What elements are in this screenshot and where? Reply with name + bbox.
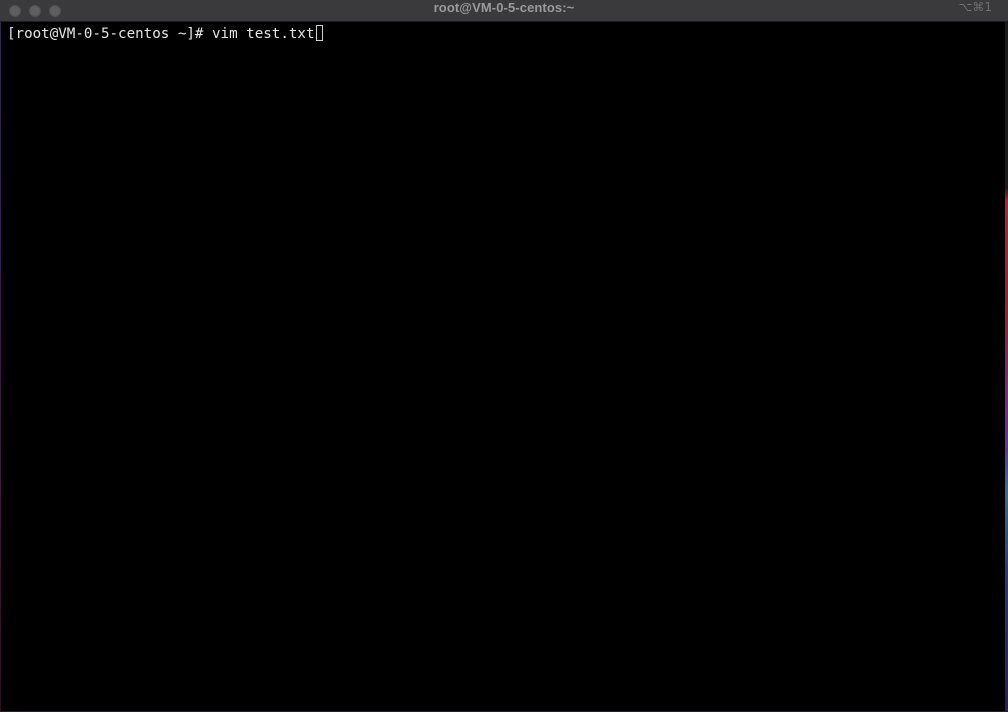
terminal-content[interactable]: [root@VM-0-5-centos ~]# vim test.txt <box>0 22 1008 712</box>
text-cursor <box>315 25 323 41</box>
command-line: [root@VM-0-5-centos ~]# vim test.txt <box>7 25 323 44</box>
window-shortcut-label: ⌥⌘1 <box>958 0 992 14</box>
title-bar[interactable]: root@VM-0-5-centos:~ ⌥⌘1 <box>0 0 1008 22</box>
terminal-window: root@VM-0-5-centos:~ ⌥⌘1 [root@VM-0-5-ce… <box>0 0 1008 712</box>
prompt-text: [root@VM-0-5-centos ~]# vim test.txt <box>7 26 315 42</box>
window-edge-left <box>0 22 1 712</box>
window-title: root@VM-0-5-centos:~ <box>433 0 575 15</box>
